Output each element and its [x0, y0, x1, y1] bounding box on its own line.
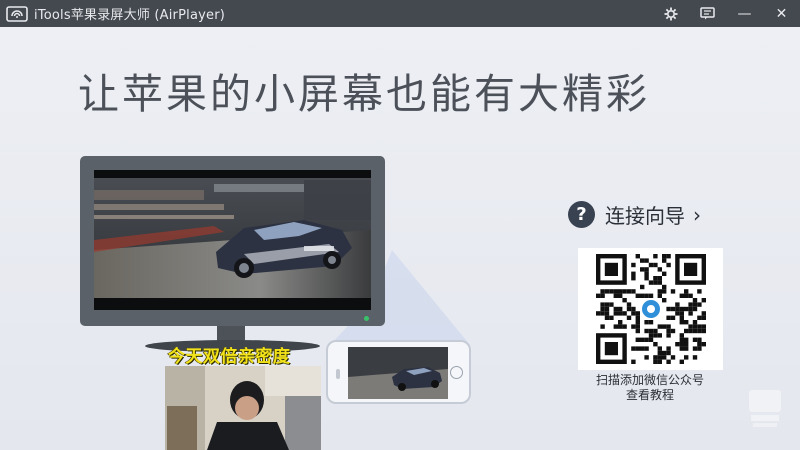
title-bar: iTools苹果录屏大师 (AirPlayer) — ✕	[0, 0, 800, 27]
help-icon: ?	[568, 201, 595, 228]
window-controls: — ✕	[652, 0, 800, 27]
qr-caption-line1: 扫描添加微信公众号	[595, 373, 704, 387]
settings-button[interactable]	[652, 0, 689, 27]
connection-guide-link[interactable]: ? 连接向导 ›	[568, 200, 701, 229]
phone-speaker	[336, 369, 340, 379]
stream-overlay-text: 今天双倍亲密度	[168, 347, 291, 367]
webcam-feed	[165, 366, 321, 450]
phone-screen	[348, 347, 448, 399]
slogan-heading: 让苹果的小屏幕也能有大精彩	[78, 70, 650, 118]
wifi-cast-icon	[6, 5, 28, 22]
qr-caption: 扫描添加微信公众号 查看教程	[562, 373, 738, 403]
qr-code-image	[596, 254, 706, 364]
monitor-illustration	[80, 156, 385, 326]
power-led	[364, 316, 369, 321]
chevron-right-icon: ›	[693, 202, 701, 227]
watermark-logo	[749, 390, 781, 427]
close-button[interactable]: ✕	[763, 0, 800, 27]
connection-guide-label: 连接向导	[605, 204, 685, 228]
racing-game-image	[94, 170, 371, 310]
phone-home-button	[450, 366, 463, 379]
message-icon	[700, 7, 715, 20]
window-title: iTools苹果录屏大师 (AirPlayer)	[34, 8, 226, 23]
minimize-button[interactable]: —	[726, 0, 763, 27]
gear-icon	[664, 7, 677, 20]
monitor-screen	[94, 170, 371, 310]
message-button[interactable]	[689, 0, 726, 27]
wechat-qr-code	[578, 248, 723, 370]
racing-game-thumbnail	[348, 347, 448, 399]
phone-illustration	[326, 340, 471, 404]
qr-caption-line2: 查看教程	[625, 388, 674, 402]
